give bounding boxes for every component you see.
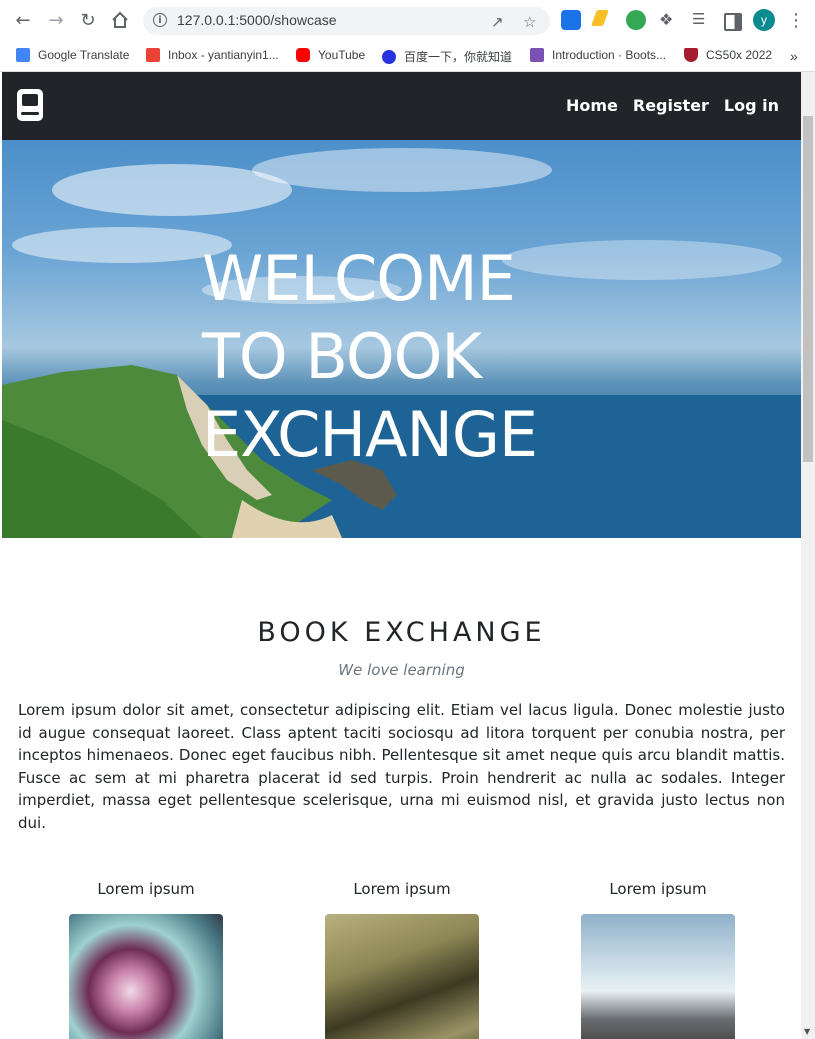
guitar-headstock-photo [325,914,479,1039]
page-scrollbar[interactable]: ▼ [801,72,815,1039]
extensions-puzzle-icon[interactable]: ❖ [659,10,679,30]
bookmark-inbox[interactable]: Inbox - yantianyin1... [146,48,279,62]
bootstrap-icon [530,48,544,62]
hero-title-line: EXCHANGE [202,398,538,471]
browser-toolbar: ← → ↻ i 127.0.0.1:5000/showcase ↗ ☆ ❖ ☰ … [0,0,815,42]
card-label: Lorem ipsum [353,880,451,898]
scroll-down-icon[interactable]: ▼ [804,1027,810,1036]
feature-card: Lorem ipsum [56,880,236,1039]
more-bookmarks-button[interactable]: » [790,48,798,64]
site-info-icon[interactable]: i [153,13,167,27]
book-logo-icon[interactable] [16,88,44,122]
card-label: Lorem ipsum [97,880,195,898]
feature-card: Lorem ipsum [568,880,748,1039]
profile-avatar[interactable]: y [753,9,775,31]
extension-lightning-icon[interactable] [591,10,609,26]
site-navbar: Home Register Log in [2,72,801,140]
card-label: Lorem ipsum [609,880,707,898]
bookmark-star-icon[interactable]: ☆ [523,13,536,31]
section-subtitle: We love learning [338,661,465,679]
hero-title-line: TO BOOK [202,320,482,393]
gmail-icon [146,48,160,62]
hero-title: WELCOME TO BOOK EXCHANGE [202,240,602,474]
nav-home-link[interactable]: Home [566,96,618,115]
bookmarks-bar: Google Translate Inbox - yantianyin1... … [0,42,815,72]
back-icon[interactable]: ← [12,9,34,31]
share-icon[interactable]: ↗ [491,13,504,31]
media-control-icon[interactable]: ☰ [692,10,712,30]
menu-kebab-icon[interactable]: ⋮ [785,9,807,31]
google-translate-icon [16,48,30,62]
scrollbar-thumb[interactable] [803,116,813,462]
bookmark-youtube[interactable]: YouTube [296,48,365,62]
nav-login-link[interactable]: Log in [724,96,779,115]
bookmark-google-translate[interactable]: Google Translate [16,48,129,62]
cherry-blossom-photo [69,914,223,1039]
extension-off-icon[interactable] [561,10,581,30]
hero-title-line: WELCOME [202,242,516,315]
wave-on-rock-photo [581,914,735,1039]
section-title: BOOK EXCHANGE [257,617,546,648]
extension-globe-icon[interactable] [626,10,646,30]
feature-card: Lorem ipsum [312,880,492,1039]
url-text[interactable]: 127.0.0.1:5000/showcase [177,12,337,28]
page-viewport: Home Register Log in WELCOME TO BOOK EXC… [2,72,801,1039]
nav-register-link[interactable]: Register [633,96,709,115]
youtube-icon [296,48,310,62]
home-icon[interactable] [109,9,131,31]
baidu-icon [382,49,396,64]
side-panel-icon[interactable] [724,13,742,31]
nav-links: Home Register Log in [566,96,779,115]
bookmark-baidu[interactable]: 百度一下，你就知道 [382,48,512,65]
forward-icon[interactable]: → [45,9,67,31]
harvard-shield-icon [684,48,698,62]
bookmark-bootstrap[interactable]: Introduction · Boots... [530,48,666,62]
intro-paragraph: Lorem ipsum dolor sit amet, consectetur … [18,701,785,832]
bookmark-cs50[interactable]: CS50x 2022 [684,48,772,62]
hero-banner: WELCOME TO BOOK EXCHANGE [2,140,801,538]
address-bar[interactable]: i 127.0.0.1:5000/showcase ↗ ☆ [143,7,550,35]
reload-icon[interactable]: ↻ [77,9,99,31]
